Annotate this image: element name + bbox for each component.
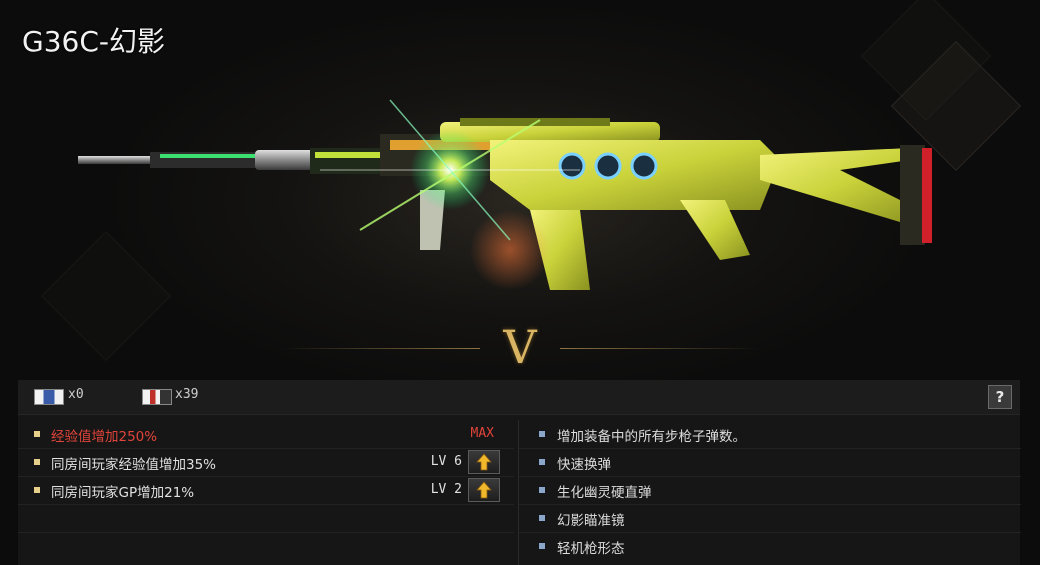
- feature-row: 增加装备中的所有步枪子弹数。: [519, 420, 1021, 449]
- bonus-level: LV 2: [430, 482, 462, 497]
- weapon-title: G36C-幻影: [22, 25, 165, 58]
- feature-text: 快速换弹: [557, 457, 611, 473]
- bonus-row: 经验值增加250% MAX: [18, 420, 514, 449]
- bullet-icon: [34, 431, 40, 437]
- bonus-row-empty: [18, 504, 514, 533]
- bonus-row: 同房间玩家经验值增加35% LV 6: [18, 448, 514, 477]
- arrow-up-icon: [476, 453, 492, 471]
- rank-emblem: V: [280, 320, 760, 378]
- bullet-icon: [34, 459, 40, 465]
- token-count: x39: [175, 387, 199, 402]
- feature-list: 增加装备中的所有步枪子弹数。 快速换弹 生化幽灵硬直弹 幻影瞄准镜 轻机枪形态: [518, 420, 1021, 565]
- bullet-icon: [539, 515, 545, 521]
- help-button[interactable]: ?: [988, 385, 1012, 409]
- bullet-icon: [539, 487, 545, 493]
- rank-divider: [280, 348, 480, 349]
- bullet-icon: [539, 459, 545, 465]
- bullet-icon: [539, 431, 545, 437]
- bonus-row-empty: [18, 532, 514, 560]
- feature-text: 轻机枪形态: [557, 541, 625, 557]
- feature-row: 轻机枪形态: [519, 532, 1021, 560]
- upgrade-button[interactable]: [468, 450, 500, 474]
- rank-divider: [560, 348, 760, 349]
- feature-row: 幻影瞄准镜: [519, 504, 1021, 533]
- feature-text: 生化幽灵硬直弹: [557, 485, 652, 501]
- weapon-info-panel: x0 x39 ? 经验值增加250% MAX 同房间玩家经验值增加35% LV …: [18, 380, 1021, 565]
- bonus-text: 经验值增加250%: [51, 429, 158, 445]
- bullet-icon: [539, 543, 545, 549]
- arrow-up-icon: [476, 481, 492, 499]
- bonus-row: 同房间玩家GP增加21% LV 2: [18, 476, 514, 505]
- upgrade-button[interactable]: [468, 478, 500, 502]
- bonus-level: LV 6: [430, 454, 462, 469]
- feature-row: 生化幽灵硬直弹: [519, 476, 1021, 505]
- flag-token-icon: [34, 389, 64, 405]
- currency-bar: x0 x39 ?: [18, 380, 1020, 415]
- rank-glyph: V: [503, 320, 537, 374]
- token-count: x0: [68, 387, 84, 402]
- feature-text: 幻影瞄准镜: [557, 513, 625, 529]
- bonus-text: 同房间玩家经验值增加35%: [51, 457, 217, 473]
- bonus-max-status: MAX: [470, 426, 494, 441]
- flag-token-red-icon: [142, 389, 172, 405]
- bonus-text: 同房间玩家GP增加21%: [51, 485, 195, 501]
- weapon-image: [78, 99, 932, 290]
- feature-row: 快速换弹: [519, 448, 1021, 477]
- bullet-icon: [34, 487, 40, 493]
- bonus-list: 经验值增加250% MAX 同房间玩家经验值增加35% LV 6 同房间玩家GP…: [18, 420, 514, 565]
- feature-text: 增加装备中的所有步枪子弹数。: [557, 429, 746, 445]
